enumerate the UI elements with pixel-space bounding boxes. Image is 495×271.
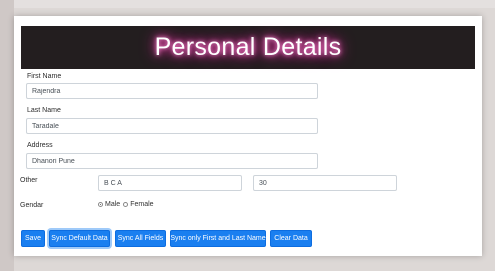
other-label: Other (20, 177, 38, 184)
gender-label: Gendar (20, 202, 44, 209)
sync-default-data-button[interactable]: Sync Default Data (49, 230, 110, 247)
other-field-1[interactable] (98, 175, 242, 191)
clear-data-button[interactable]: Clear Data (270, 230, 312, 247)
male-radio[interactable] (98, 202, 103, 207)
background-top (0, 0, 495, 8)
sync-first-last-name-button[interactable]: Sync only First and Last Name (170, 230, 266, 247)
first-name-label: First Name (27, 73, 62, 80)
gender-radio-group: Male Female (98, 201, 157, 208)
male-radio-label: Male (105, 201, 121, 208)
first-name-field[interactable] (26, 83, 318, 99)
form-card: Personal Details First Name Last Name Ad… (14, 16, 482, 256)
title-banner: Personal Details (21, 26, 475, 69)
last-name-field[interactable] (26, 118, 318, 134)
address-field[interactable] (26, 153, 318, 169)
other-field-2[interactable] (253, 175, 397, 191)
background-left (0, 0, 14, 271)
page-title: Personal Details (154, 33, 342, 61)
female-radio[interactable] (123, 202, 129, 207)
address-label: Address (27, 142, 53, 149)
last-name-label: Last Name (27, 107, 61, 114)
female-radio-label: Female (130, 201, 154, 208)
sync-all-fields-button[interactable]: Sync All Fields (115, 230, 166, 247)
save-button[interactable]: Save (21, 230, 45, 247)
